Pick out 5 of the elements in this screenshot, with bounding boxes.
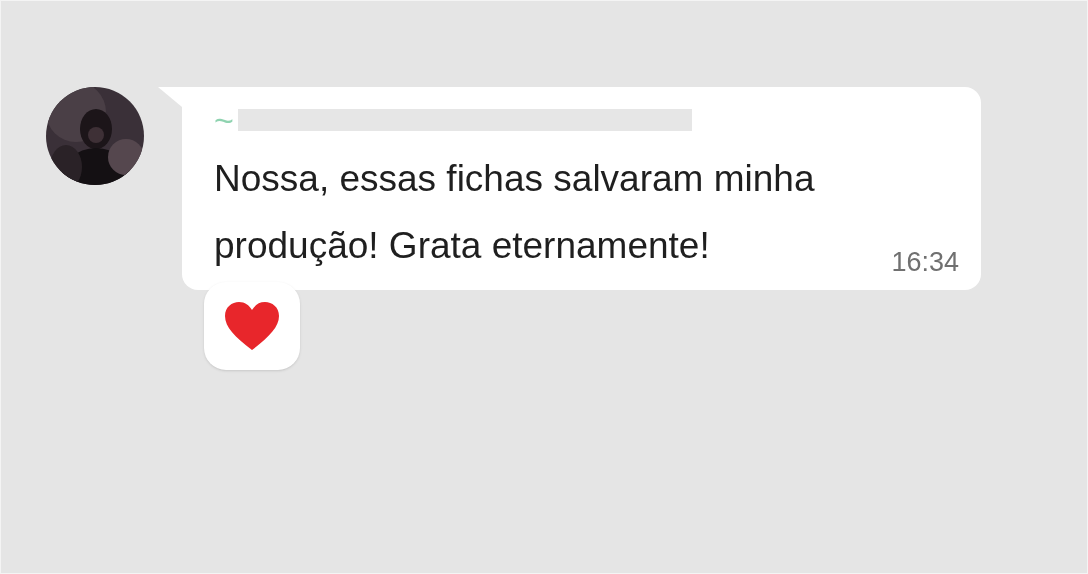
reaction-button[interactable] [204, 282, 300, 370]
heart-icon [223, 300, 281, 352]
message-time: 16:34 [891, 249, 959, 276]
sender-name: ~ [214, 103, 234, 137]
message-text: Nossa, essas fichas salvaram minha produção! Grata eternamente! [214, 157, 816, 268]
